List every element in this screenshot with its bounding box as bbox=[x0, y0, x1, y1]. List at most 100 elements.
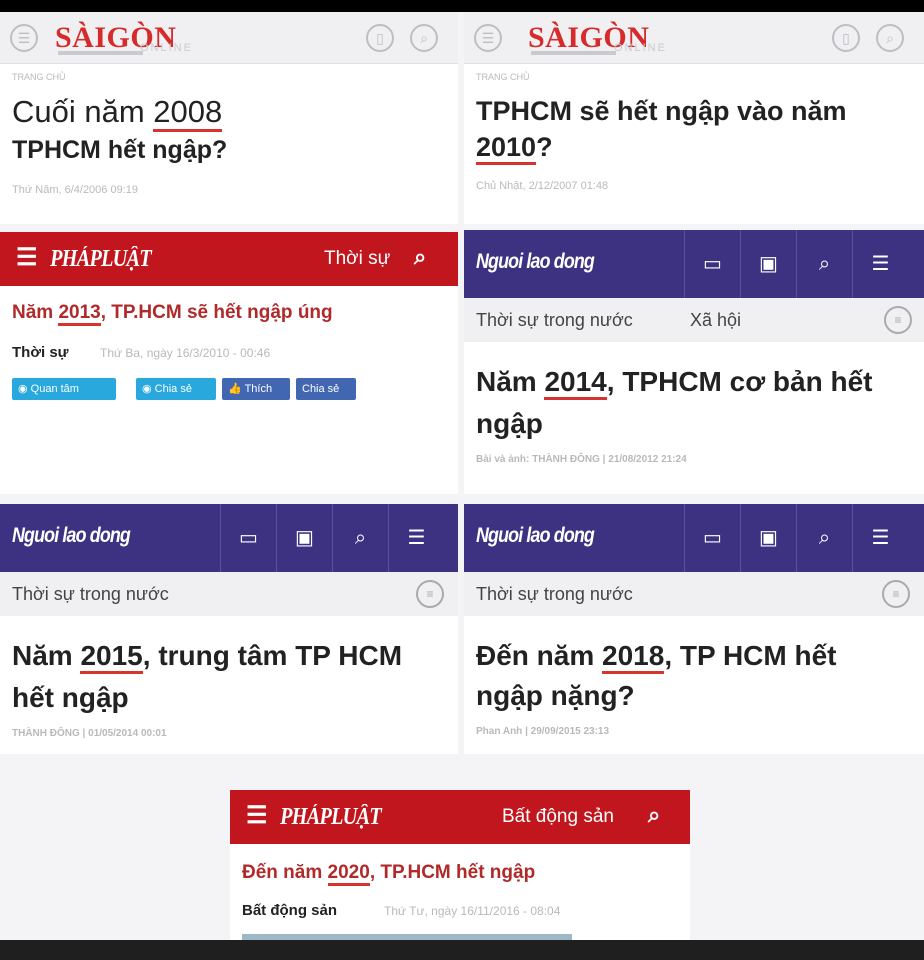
collage: ☰ SÀIGÒN ONLINE ▯ ⌕ TRANG CHỦ Cuối năm 2… bbox=[0, 0, 924, 960]
menu-icon[interactable]: ☰ bbox=[852, 504, 908, 572]
nld-logo[interactable]: Nguoi lao dong bbox=[476, 250, 595, 274]
follow-button[interactable]: ◉ Quan tâm bbox=[12, 378, 116, 400]
article-title-line1[interactable]: Cuối năm 2008 bbox=[12, 94, 223, 132]
title-year: 2010 bbox=[476, 132, 537, 165]
article-title[interactable]: Đến năm 2020, TP.HCM hết ngập bbox=[242, 862, 535, 886]
saigon-header: ☰ SÀIGÒN ONLINE ▯ ⌕ bbox=[0, 12, 458, 64]
title-text: Năm bbox=[12, 302, 59, 323]
search-icon[interactable]: ⌕ bbox=[796, 504, 852, 572]
saigon-logo-suffix: ONLINE bbox=[140, 42, 193, 54]
title-text: , TP HCM hết bbox=[664, 640, 837, 671]
menu-icon[interactable]: ☰ bbox=[388, 504, 444, 572]
menu-icon[interactable]: ☰ bbox=[852, 230, 908, 298]
title-text: , trung tâm TP HCM bbox=[142, 640, 403, 671]
facebook-share-button[interactable]: Chia sẻ bbox=[296, 378, 356, 400]
title-text: Năm bbox=[476, 366, 545, 397]
title-year: 2015 bbox=[80, 640, 143, 674]
title-text: , TP.HCM sẽ hết ngập úng bbox=[100, 302, 333, 323]
article-card-2010: ☰ SÀIGÒN ONLINE ▯ ⌕ TRANG CHỦ TPHCM sẽ h… bbox=[464, 12, 924, 224]
category-label[interactable]: Thời sự bbox=[12, 344, 69, 361]
title-year: 2018 bbox=[602, 640, 665, 674]
article-title-line1[interactable]: TPHCM sẽ hết ngập vào năm bbox=[476, 96, 847, 127]
article-card-2008: ☰ SÀIGÒN ONLINE ▯ ⌕ TRANG CHỦ Cuối năm 2… bbox=[0, 12, 458, 224]
zalo-share-button[interactable]: ◉ Chia sẻ bbox=[136, 378, 216, 400]
phapluat-header: ☰ PHÁPLUẬT Thời sự ⌕ bbox=[0, 232, 458, 286]
search-icon[interactable]: ⌕ bbox=[876, 24, 904, 52]
menu-icon[interactable]: ☰ bbox=[474, 24, 502, 52]
logo-bar bbox=[531, 51, 616, 55]
more-icon[interactable]: ≡ bbox=[884, 306, 912, 334]
article-title-line1[interactable]: Năm 2015, trung tâm TP HCM bbox=[12, 640, 403, 674]
title-year: 2008 bbox=[153, 94, 223, 132]
subnav-item[interactable]: Thời sự trong nước bbox=[476, 310, 633, 331]
briefcase-icon[interactable]: ▣ bbox=[740, 230, 796, 298]
breadcrumb[interactable]: TRANG CHỦ bbox=[12, 72, 66, 82]
subnav-item[interactable]: Thời sự trong nước bbox=[12, 584, 169, 605]
nld-logo[interactable]: Nguoi lao dong bbox=[12, 524, 131, 548]
bookmark-icon[interactable]: ▯ bbox=[366, 24, 394, 52]
section-label[interactable]: Thời sự bbox=[324, 248, 390, 270]
subnav-item[interactable]: Xã hội bbox=[690, 310, 741, 331]
more-icon[interactable]: ≡ bbox=[416, 580, 444, 608]
subnav-item[interactable]: Thời sự trong nước bbox=[476, 584, 633, 605]
search-icon[interactable]: ⌕ bbox=[332, 504, 388, 572]
article-card-2014: Nguoi lao dong ▭ ▣ ⌕ ☰ Thời sự trong nướ… bbox=[464, 230, 924, 494]
article-date: Thứ Ba, ngày 16/3/2010 - 00:46 bbox=[100, 346, 271, 360]
hamburger-icon[interactable]: ☰ bbox=[16, 246, 38, 270]
category-label[interactable]: Bất động sản bbox=[242, 902, 337, 919]
breadcrumb[interactable]: TRANG CHỦ bbox=[476, 72, 530, 82]
title-year: 2020 bbox=[327, 862, 370, 886]
bottom-bar bbox=[0, 940, 924, 960]
facebook-like-button[interactable]: 👍 Thích bbox=[222, 378, 290, 400]
article-card-2013: ☰ PHÁPLUẬT Thời sự ⌕ Năm 2013, TP.HCM sẽ… bbox=[0, 232, 458, 494]
article-title-line2[interactable]: 2010? bbox=[476, 132, 553, 165]
search-icon[interactable]: ⌕ bbox=[410, 24, 438, 52]
briefcase-icon[interactable]: ▣ bbox=[740, 504, 796, 572]
nld-header: Nguoi lao dong ▭ ▣ ⌕ ☰ bbox=[0, 504, 458, 572]
article-card-2018: Nguoi lao dong ▭ ▣ ⌕ ☰ Thời sự trong nướ… bbox=[464, 504, 924, 754]
article-card-2015: Nguoi lao dong ▭ ▣ ⌕ ☰ Thời sự trong nướ… bbox=[0, 504, 458, 754]
title-text: ? bbox=[536, 132, 553, 162]
nld-logo[interactable]: Nguoi lao dong bbox=[476, 524, 595, 548]
article-title-line2[interactable]: TPHCM hết ngập? bbox=[12, 136, 227, 165]
nld-header: Nguoi lao dong ▭ ▣ ⌕ ☰ bbox=[464, 504, 924, 572]
tv-icon[interactable]: ▭ bbox=[220, 504, 276, 572]
button-label: Chia sẻ bbox=[154, 383, 192, 395]
sub-navigation: Thời sự trong nước Xã hội ≡ bbox=[464, 298, 924, 342]
bookmark-icon[interactable]: ▯ bbox=[832, 24, 860, 52]
hamburger-icon[interactable]: ☰ bbox=[246, 804, 268, 828]
article-card-2020: ☰ PHÁPLUẬT Bất động sản ⌕ Đến năm 2020, … bbox=[230, 790, 690, 940]
search-icon[interactable]: ⌕ bbox=[648, 802, 660, 828]
article-title-line1[interactable]: Đến năm 2018, TP HCM hết bbox=[476, 640, 837, 674]
menu-icon[interactable]: ☰ bbox=[10, 24, 38, 52]
article-title-line2[interactable]: ngập nặng? bbox=[476, 680, 635, 712]
saigon-header: ☰ SÀIGÒN ONLINE ▯ ⌕ bbox=[464, 12, 924, 64]
sub-navigation: Thời sự trong nước ≡ bbox=[0, 572, 458, 616]
article-byline: Bài và ảnh: THÀNH ĐÔNG | 21/08/2012 21:2… bbox=[476, 454, 687, 465]
article-title[interactable]: Năm 2013, TP.HCM sẽ hết ngập úng bbox=[12, 302, 333, 326]
article-title-line2[interactable]: hết ngập bbox=[12, 682, 129, 714]
title-year: 2013 bbox=[58, 302, 101, 326]
title-text: Đến năm bbox=[476, 640, 603, 671]
phapluat-logo[interactable]: PHÁPLUẬT bbox=[280, 804, 382, 831]
top-bar bbox=[0, 0, 924, 12]
button-label: Quan tâm bbox=[30, 383, 79, 395]
nld-header: Nguoi lao dong ▭ ▣ ⌕ ☰ bbox=[464, 230, 924, 298]
article-title-line1[interactable]: Năm 2014, TPHCM cơ bản hết bbox=[476, 366, 872, 400]
phapluat-logo[interactable]: PHÁPLUẬT bbox=[50, 246, 152, 273]
article-byline: THÀNH ĐÔNG | 01/05/2014 00:01 bbox=[12, 728, 167, 739]
title-text: Đến năm bbox=[242, 862, 328, 883]
tv-icon[interactable]: ▭ bbox=[684, 230, 740, 298]
search-icon[interactable]: ⌕ bbox=[414, 244, 426, 270]
article-title-line2[interactable]: ngập bbox=[476, 408, 543, 440]
section-label[interactable]: Bất động sản bbox=[502, 806, 614, 828]
briefcase-icon[interactable]: ▣ bbox=[276, 504, 332, 572]
sub-navigation: Thời sự trong nước ≡ bbox=[464, 572, 924, 616]
search-icon[interactable]: ⌕ bbox=[796, 230, 852, 298]
article-date: Chủ Nhật, 2/12/2007 01:48 bbox=[476, 180, 609, 192]
article-date: Thứ Tư, ngày 16/11/2016 - 08:04 bbox=[384, 904, 561, 918]
phapluat-header: ☰ PHÁPLUẬT Bất động sản ⌕ bbox=[230, 790, 690, 844]
saigon-logo-suffix: ONLINE bbox=[614, 42, 667, 54]
more-icon[interactable]: ≡ bbox=[882, 580, 910, 608]
tv-icon[interactable]: ▭ bbox=[684, 504, 740, 572]
